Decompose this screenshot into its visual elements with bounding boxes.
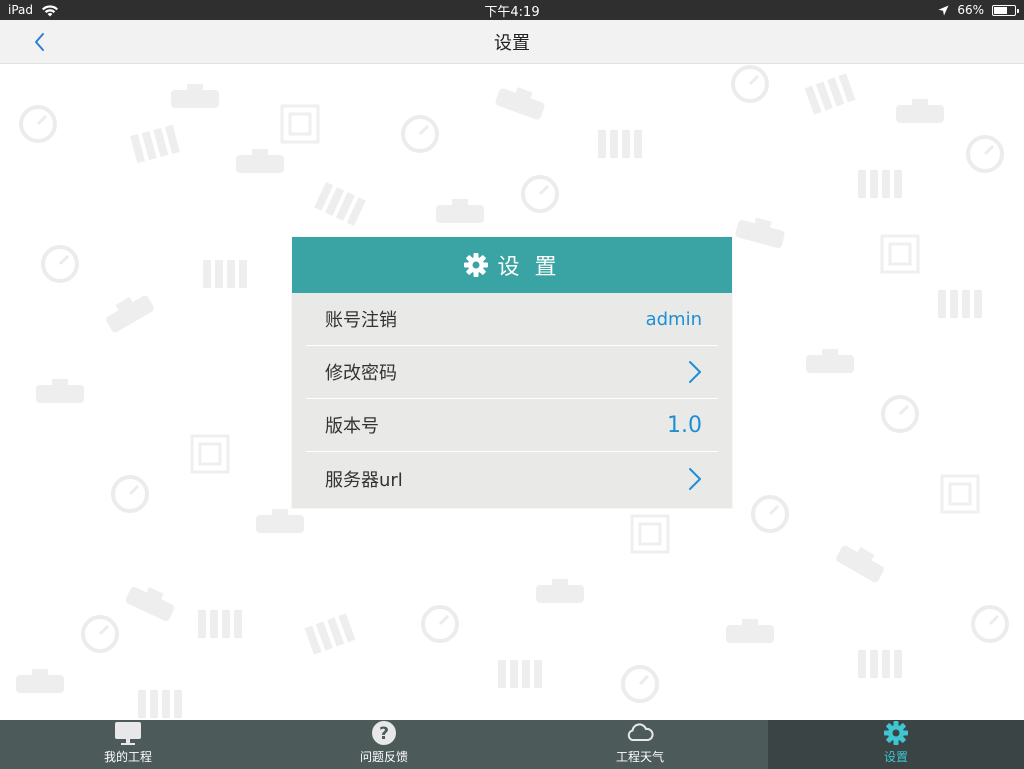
- tab-settings[interactable]: 设置: [768, 720, 1024, 769]
- version-value: 1.0: [667, 412, 702, 438]
- svg-text:?: ?: [379, 724, 389, 744]
- navigation-bar: 设置: [0, 20, 1024, 64]
- carrier-label: iPad: [8, 3, 34, 17]
- battery-fill: [994, 6, 1008, 14]
- chevron-left-icon: [35, 33, 44, 51]
- location-arrow-icon: [938, 5, 949, 15]
- panel-title: 设 置: [497, 255, 561, 280]
- tab-label: 问题反馈: [359, 750, 408, 764]
- gear-icon: [463, 253, 488, 277]
- tab-label: 设置: [883, 750, 908, 764]
- tab-label: 工程天气: [615, 750, 664, 764]
- row-label: 版本号: [325, 416, 379, 437]
- version-row: 版本号 1.0: [306, 399, 718, 452]
- tab-bar: 我的工程 ? 问题反馈 工程天气 设置: [0, 720, 1024, 769]
- status-time: 下午4:19: [484, 4, 540, 20]
- server-url-row[interactable]: 服务器url: [306, 452, 718, 505]
- logout-row[interactable]: 账号注销 admin: [306, 293, 718, 346]
- panel-header: 设 置: [292, 237, 732, 293]
- cloud-icon: [627, 723, 654, 741]
- monitor-icon: [115, 722, 141, 745]
- row-label: 账号注销: [325, 310, 397, 331]
- row-label: 服务器url: [325, 469, 403, 491]
- tab-my-projects[interactable]: 我的工程: [0, 720, 256, 769]
- wifi-icon: [42, 4, 59, 16]
- question-icon: ?: [372, 721, 396, 745]
- back-button[interactable]: [28, 28, 54, 56]
- tab-label: 我的工程: [103, 750, 152, 764]
- settings-panel: 设 置 账号注销 admin 修改密码 版本号 1.0 服务器url: [292, 237, 732, 508]
- chevron-right-icon: [689, 467, 701, 490]
- page-title: 设置: [494, 32, 530, 54]
- row-label: 修改密码: [325, 363, 397, 384]
- battery-icon: [992, 4, 1019, 16]
- account-name: admin: [645, 308, 702, 330]
- tab-feedback[interactable]: ? 问题反馈: [256, 720, 512, 769]
- tab-weather[interactable]: 工程天气: [512, 720, 768, 769]
- chevron-right-icon: [689, 361, 701, 383]
- gear-icon: [884, 721, 908, 745]
- battery-percent: 66%: [957, 3, 984, 17]
- status-bar: iPad 下午4:19 66%: [0, 0, 1024, 20]
- change-password-row[interactable]: 修改密码: [306, 346, 718, 399]
